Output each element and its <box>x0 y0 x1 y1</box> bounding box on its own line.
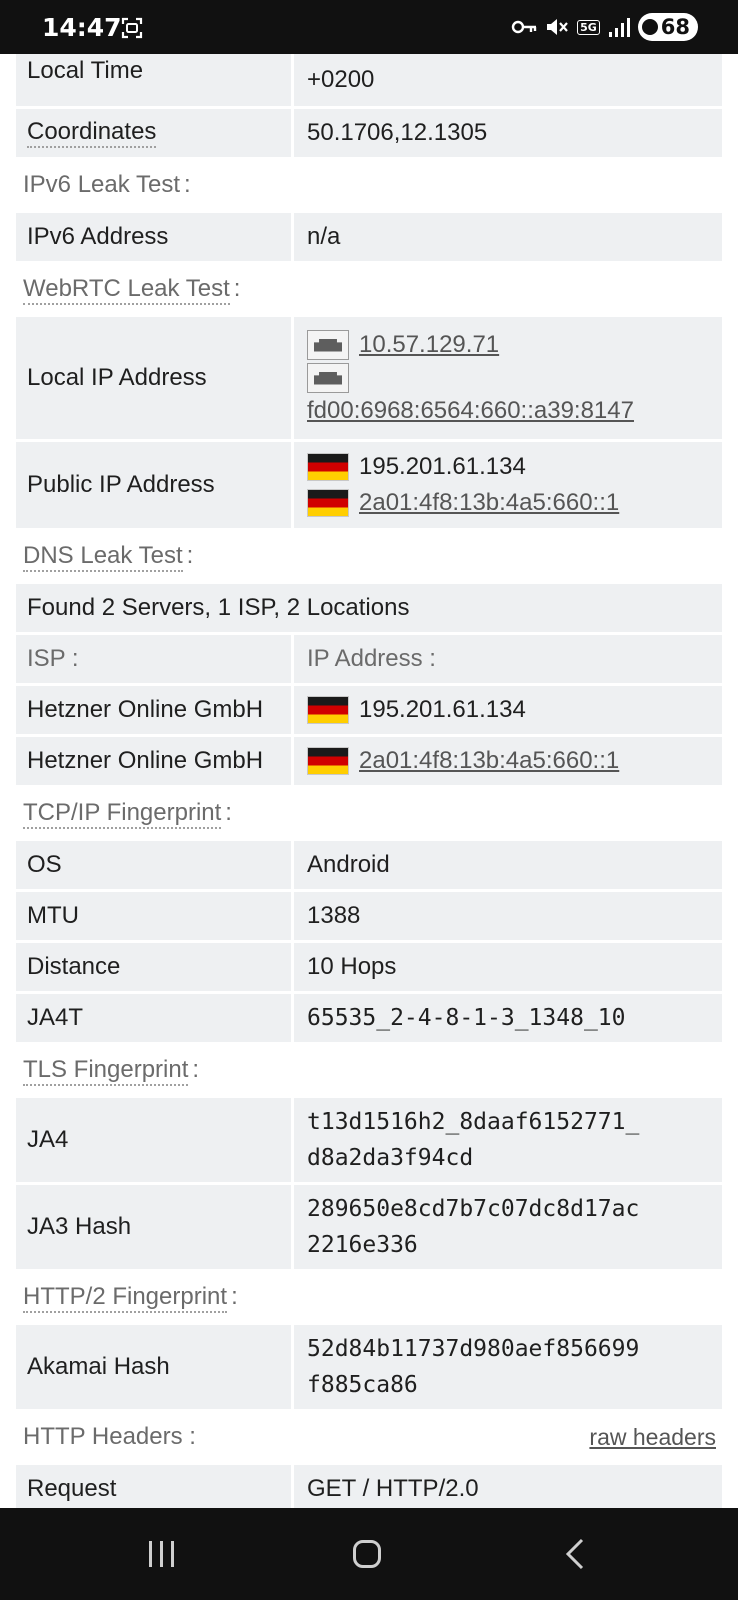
navigation-bar <box>0 1508 738 1600</box>
battery-indicator: 68 <box>637 13 698 41</box>
mtu-label: MTU <box>16 892 291 940</box>
public-ip-values: 195.201.61.134 2a01:4f8:13b:4a5:660::1 <box>294 442 722 528</box>
public-ip-row: Public IP Address 195.201.61.134 2a01:4f… <box>16 442 722 528</box>
lan-icon <box>307 330 349 360</box>
dns-ip: 2a01:4f8:13b:4a5:660::1 <box>294 737 722 785</box>
dns-section-header: DNS Leak Test: <box>16 528 722 584</box>
http-header-row: Request GET / HTTP/2.0 <box>16 1465 722 1508</box>
ipv6-address-label: IPv6 Address <box>16 213 291 261</box>
mtu-value: 1388 <box>294 892 722 940</box>
dns-row: Hetzner Online GmbH 195.201.61.134 <box>16 686 722 734</box>
distance-label: Distance <box>16 943 291 991</box>
status-bar: 14:47 5G 68 <box>0 0 738 54</box>
ja4-value: t13d1516h2_8daaf6152771_ d8a2da3f94cd <box>294 1098 722 1182</box>
tcpip-row-distance: Distance 10 Hops <box>16 943 722 991</box>
dns-summary: Found 2 Servers, 1 ISP, 2 Locations <box>16 584 722 632</box>
webrtc-title[interactable]: WebRTC Leak Test <box>23 275 230 305</box>
local-time-label: Local Time <box>16 54 291 106</box>
ja4t-label: JA4T <box>16 994 291 1042</box>
coordinates-label[interactable]: Coordinates <box>16 109 291 157</box>
local-ip-values: 10.57.129.71 fd00:6968:6564:660::a39:814… <box>294 317 722 439</box>
battery-saver-icon <box>641 19 658 35</box>
local-ip-row: Local IP Address 10.57.129.71 fd00:6968:… <box>16 317 722 439</box>
network-type: 5G <box>577 19 600 35</box>
http2-section-header: HTTP/2 Fingerprint: <box>16 1269 722 1325</box>
clock: 14:47 <box>42 13 122 42</box>
raw-headers-link[interactable]: raw headers <box>589 1424 716 1451</box>
ja4t-value: 65535_2-4-8-1-3_1348_10 <box>294 994 722 1042</box>
germany-flag-icon <box>307 489 349 517</box>
public-ipv6-link[interactable]: 2a01:4f8:13b:4a5:660::1 <box>359 485 619 521</box>
akamai-label: Akamai Hash <box>16 1325 291 1409</box>
recents-button[interactable] <box>131 1536 191 1572</box>
http2-title[interactable]: HTTP/2 Fingerprint <box>23 1283 228 1313</box>
mute-icon <box>547 19 568 35</box>
battery-level: 68 <box>660 15 690 39</box>
back-icon <box>565 1538 584 1570</box>
germany-flag-icon <box>307 696 349 724</box>
ipv6-address-row: IPv6 Address n/a <box>16 213 722 261</box>
isp-column-header: ISP : <box>16 635 291 683</box>
dns-summary-row: Found 2 Servers, 1 ISP, 2 Locations <box>16 584 722 632</box>
local-ip-label: Local IP Address <box>16 317 291 439</box>
tcpip-row-mtu: MTU 1388 <box>16 892 722 940</box>
distance-value: 10 Hops <box>294 943 722 991</box>
public-ip-label: Public IP Address <box>16 442 291 528</box>
dns-row: Hetzner Online GmbH 2a01:4f8:13b:4a5:660… <box>16 737 722 785</box>
tcpip-section-header: TCP/IP Fingerprint: <box>16 785 722 841</box>
http-headers-section-header: HTTP Headers : raw headers <box>16 1409 722 1465</box>
coordinates-row: Coordinates 50.1706,12.1305 <box>16 109 722 157</box>
http-headers-title: HTTP Headers : <box>23 1423 196 1450</box>
key-icon <box>511 20 537 34</box>
webrtc-section-header: WebRTC Leak Test: <box>16 261 722 317</box>
local-time-row: Local Time +0200 <box>16 54 722 106</box>
dns-table-header: ISP : IP Address : <box>16 635 722 683</box>
public-ipv4: 195.201.61.134 <box>359 453 526 480</box>
lan-icon <box>307 363 349 393</box>
ipv6-section-header: IPv6 Leak Test: <box>16 157 722 213</box>
dns-ipv6-link[interactable]: 2a01:4f8:13b:4a5:660::1 <box>359 743 619 779</box>
local-ip-link-1[interactable]: 10.57.129.71 <box>359 327 499 363</box>
tcpip-row-os: OS Android <box>16 841 722 889</box>
akamai-row: Akamai Hash 52d84b11737d980aef856699 f88… <box>16 1325 722 1409</box>
ja3-row: JA3 Hash 289650e8cd7b7c07dc8d17ac 2216e3… <box>16 1185 722 1269</box>
dns-isp: Hetzner Online GmbH <box>16 737 291 785</box>
ip-column-header: IP Address : <box>294 635 722 683</box>
local-ip-link-2[interactable]: fd00:6968:6564:660::a39:8147 <box>307 393 634 429</box>
screen-record-icon <box>121 17 143 39</box>
dns-ip: 195.201.61.134 <box>294 686 722 734</box>
dns-title[interactable]: DNS Leak Test <box>23 542 183 572</box>
akamai-value: 52d84b11737d980aef856699 f885ca86 <box>294 1325 722 1409</box>
germany-flag-icon <box>307 747 349 775</box>
home-icon <box>353 1540 381 1568</box>
signal-icon <box>608 18 630 37</box>
local-time-value: +0200 <box>294 54 722 106</box>
os-label: OS <box>16 841 291 889</box>
ipv6-title: IPv6 Leak Test <box>23 171 180 198</box>
results-page[interactable]: Local Time +0200 Coordinates 50.1706,12.… <box>16 54 722 1508</box>
tcpip-title[interactable]: TCP/IP Fingerprint <box>23 799 222 829</box>
ja3-label: JA3 Hash <box>16 1185 291 1269</box>
os-value: Android <box>294 841 722 889</box>
home-button[interactable] <box>337 1536 397 1572</box>
tls-section-header: TLS Fingerprint: <box>16 1042 722 1098</box>
ipv6-address-value: n/a <box>294 213 722 261</box>
status-icons: 5G 68 <box>511 12 698 42</box>
germany-flag-icon <box>307 453 349 481</box>
tls-title[interactable]: TLS Fingerprint <box>23 1056 189 1086</box>
header-value: GET / HTTP/2.0 <box>294 1465 722 1508</box>
back-button[interactable] <box>545 1536 605 1572</box>
tcpip-row-ja4t: JA4T 65535_2-4-8-1-3_1348_10 <box>16 994 722 1042</box>
ja4-label: JA4 <box>16 1098 291 1182</box>
ja3-value: 289650e8cd7b7c07dc8d17ac 2216e336 <box>294 1185 722 1269</box>
ja4-row: JA4 t13d1516h2_8daaf6152771_ d8a2da3f94c… <box>16 1098 722 1182</box>
dns-isp: Hetzner Online GmbH <box>16 686 291 734</box>
coordinates-value: 50.1706,12.1305 <box>294 109 722 157</box>
header-name: Request <box>16 1465 291 1508</box>
